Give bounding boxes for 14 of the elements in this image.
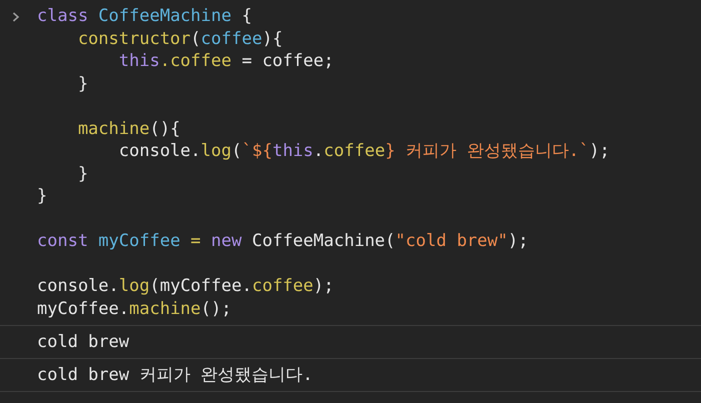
code-line: this.coffee = coffee; <box>118 50 335 72</box>
code-line: } <box>76 162 90 185</box>
code-line: class CoffeeMachine { <box>37 5 253 28</box>
code-line: } <box>76 72 90 95</box>
chevron-icon <box>12 12 20 22</box>
console-output: cold brew <box>37 332 130 352</box>
code-line: constructor(coffee){ <box>76 28 284 50</box>
code-line: const myCoffee = new CoffeeMachine("cold brew"); <box>37 230 530 252</box>
code-line: } <box>37 185 48 208</box>
code-line: machine(){ <box>76 118 182 140</box>
code-line: console.log(`${this.coffee} 커피가 완성됐습니다.`); <box>118 140 610 162</box>
code-line: myCoffee.machine(); <box>37 298 232 320</box>
console-output: cold brew 커피가 완성됐습니다. <box>37 365 313 385</box>
code-line: console.log(myCoffee.coffee); <box>37 275 335 298</box>
